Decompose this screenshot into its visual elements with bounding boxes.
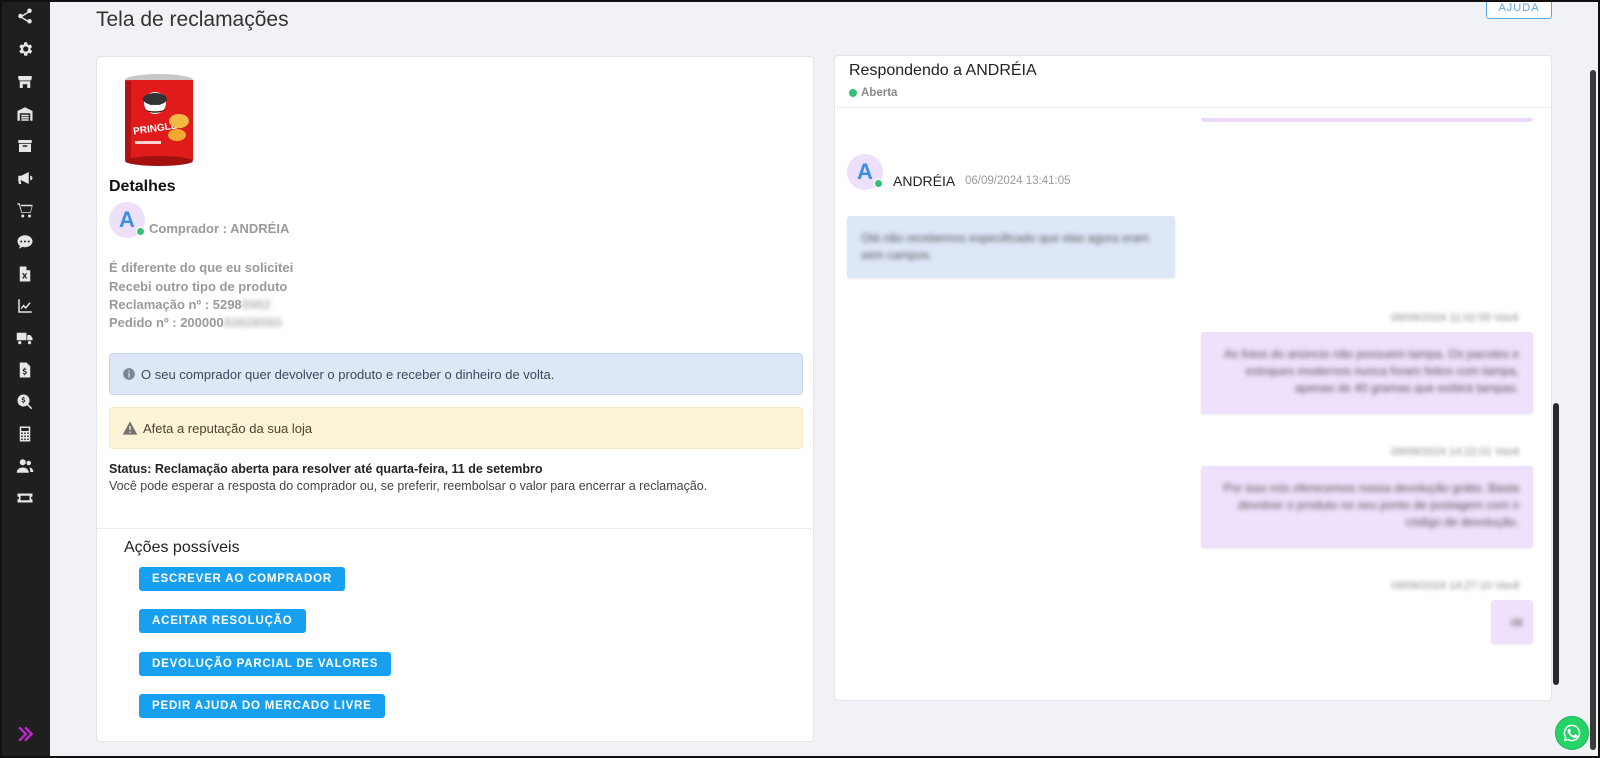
divider (97, 528, 813, 529)
seller-message: As fotos do anúncio não possuem tampa. O… (1201, 332, 1533, 414)
warning-alert: Afeta a reputação da sua loja (109, 407, 803, 449)
details-card: PRINGLES Detalhes A Comprador : ANDRÉIA … (96, 56, 814, 742)
product-image: PRINGLES (125, 74, 193, 166)
chart-icon[interactable] (15, 296, 35, 316)
gear-icon[interactable] (15, 39, 35, 59)
actions-title: Ações possíveis (124, 539, 240, 556)
info-icon (123, 368, 135, 380)
chat-scrollbar[interactable] (1553, 403, 1559, 685)
share-icon[interactable] (15, 6, 35, 26)
claim-number-redacted: 0982 (241, 297, 271, 312)
users-icon[interactable] (15, 456, 35, 476)
search-dollar-icon[interactable] (15, 392, 35, 412)
message-meta: 09/09/2024 14:27:10 Você (1391, 580, 1520, 592)
order-number: Pedido nº : 20000083928593 (109, 315, 281, 330)
conversation-title: Respondendo a ANDRÉIA (849, 62, 1037, 79)
buyer-avatar: A (109, 202, 145, 238)
archive-icon[interactable] (15, 136, 35, 156)
claim-status-hint: Você pode esperar a resposta do comprado… (109, 479, 708, 493)
message-text: ok (1510, 615, 1523, 629)
previous-message-edge (1201, 118, 1533, 122)
message-meta: 09/09/2024 14:22:01 Você (1391, 446, 1520, 458)
store-icon[interactable] (15, 72, 35, 92)
double-chevron-right-icon[interactable] (15, 724, 35, 744)
message-text: Olá não recebemos especificado que elas … (861, 231, 1150, 262)
claim-number-label: Reclamação nº : 5298 (109, 297, 242, 312)
page-scrollbar[interactable] (1590, 70, 1596, 750)
message-meta: 09/09/2024 11:02:55 Você (1391, 312, 1519, 324)
cart-icon[interactable] (15, 200, 35, 220)
chat-avatar-letter: A (857, 159, 873, 184)
seller-message: ok (1491, 600, 1533, 644)
info-alert-text: O seu comprador quer devolver o produto … (141, 366, 555, 382)
megaphone-icon[interactable] (15, 168, 35, 188)
warning-icon (122, 421, 138, 435)
buyer-message: Olá não recebemos especificado que elas … (847, 216, 1175, 278)
buyer-label: Comprador : ANDRÉIA (149, 221, 290, 236)
whatsapp-icon[interactable] (1555, 716, 1589, 750)
status-badge: Aberta (849, 87, 897, 99)
status-dot (849, 89, 857, 97)
sidebar (0, 0, 50, 758)
truck-icon[interactable] (15, 328, 35, 348)
write-to-buyer-button[interactable]: ESCREVER AO COMPRADOR (139, 567, 345, 591)
message-text: As fotos do anúncio não possuem tampa. O… (1224, 347, 1519, 395)
spreadsheet-icon[interactable] (15, 264, 35, 284)
online-indicator (136, 227, 145, 236)
order-number-label: Pedido nº : 200000 (109, 315, 224, 330)
chat-buyer-avatar: A (847, 154, 883, 190)
page-title: Tela de reclamações (96, 8, 289, 31)
request-help-button[interactable]: PEDIR AJUDA DO MERCADO LIVRE (139, 694, 385, 718)
invoice-icon[interactable] (15, 360, 35, 380)
claim-reason: É diferente do que eu solicitei (109, 260, 294, 275)
ticket-icon[interactable] (15, 488, 35, 508)
details-title: Detalhes (109, 178, 176, 195)
message-author: ANDRÉIA (893, 173, 956, 189)
partial-refund-button[interactable]: DEVOLUÇÃO PARCIAL DE VALORES (139, 652, 392, 676)
claim-status: Status: Reclamação aberta para resolver … (109, 462, 543, 476)
order-number-redacted: 83928593 (223, 315, 282, 330)
claim-sub-reason: Recebi outro tipo de produto (109, 279, 288, 294)
warehouse-icon[interactable] (15, 104, 35, 124)
avatar-letter: A (119, 207, 135, 232)
warning-alert-text: Afeta a reputação da sua loja (143, 420, 313, 436)
chat-icon[interactable] (15, 232, 35, 252)
calculator-icon[interactable] (15, 424, 35, 444)
accept-resolution-button[interactable]: ACEITAR RESOLUÇÃO (139, 609, 306, 633)
conversation-card: Respondendo a ANDRÉIA Aberta A ANDRÉIA 0… (834, 55, 1552, 701)
chat-online-indicator (874, 179, 883, 188)
seller-message: Por isso nós oferecemos nossa devolução … (1201, 466, 1533, 548)
help-button[interactable]: AJUDA (1486, 0, 1552, 19)
message-text: Por isso nós oferecemos nossa devolução … (1223, 481, 1520, 529)
message-timestamp: 06/09/2024 13:41:05 (965, 175, 1071, 187)
status-text: Aberta (861, 87, 898, 99)
conversation-header: Respondendo a ANDRÉIA Aberta (835, 56, 1551, 108)
claim-number: Reclamação nº : 52980982 (109, 297, 271, 312)
info-alert: O seu comprador quer devolver o produto … (109, 353, 803, 395)
